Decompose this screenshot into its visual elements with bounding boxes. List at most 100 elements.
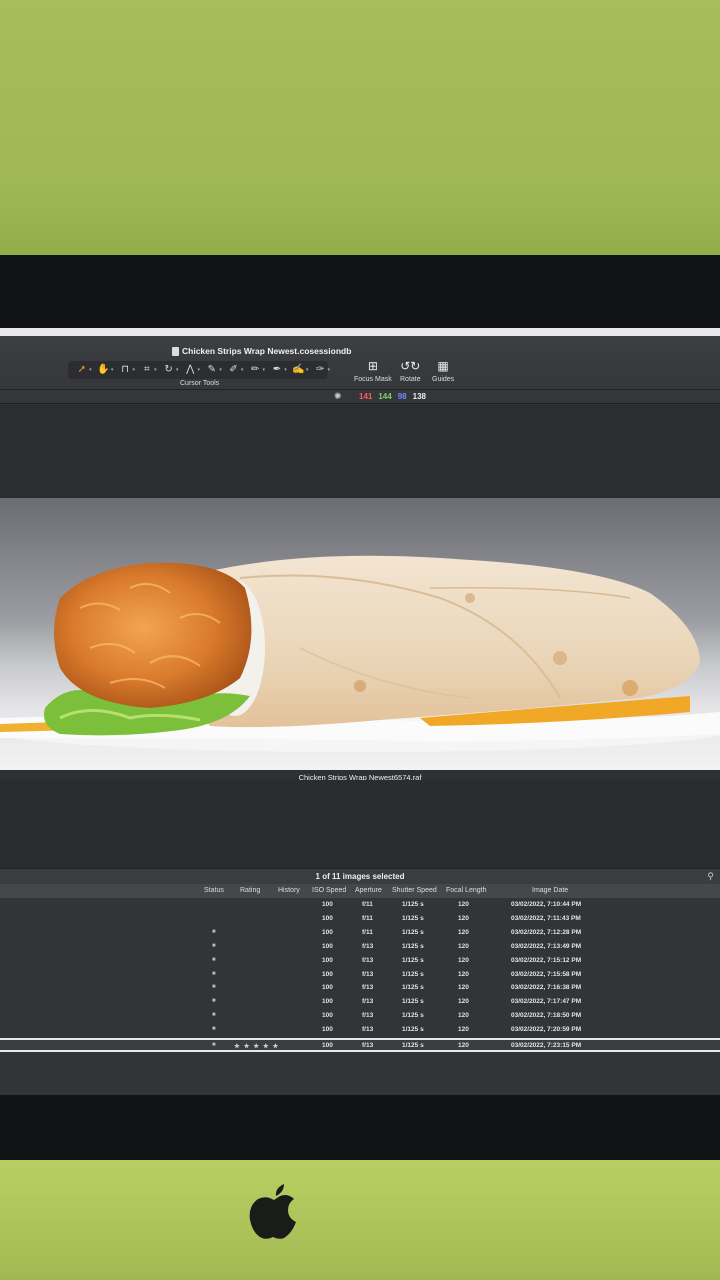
cell-focal: 120 [458,984,469,992]
dropdown-arrow-icon: ▾ [89,367,92,373]
col-status[interactable]: Status [204,887,224,894]
cell-iso: 100 [322,984,333,992]
cell-date: 03/02/2022, 7:12:28 PM [511,928,582,936]
brush-icon[interactable]: ✎ ▾ [204,363,222,377]
dropdown-arrow-icon: ▾ [305,367,309,373]
cell-aperture: f/13 [362,1026,374,1034]
table-header: Status Rating History ISO Speed Aperture… [0,884,720,898]
cell-status: ■ [212,984,216,991]
image-table-body: 100 f/11 1/125 s 120 03/02/2022, 7:10:44 PM 1… [0,898,720,1118]
wrap-photo-illustration [0,555,720,752]
cell-focal: 120 [458,1042,469,1049]
table-row[interactable]: ■ 100 f/13 1/125 s 120 03/02/2022, 7:15:12 PM [0,955,720,969]
table-row[interactable]: ■ 100 f/13 1/125 s 120 03/02/2022, 7:15:58 PM [0,969,720,983]
cell-status: ■ [212,998,216,1005]
rotate-tool-icon[interactable]: ↻ ▾ [161,363,179,377]
cell-shutter: 1/125 s [402,984,424,992]
table-row[interactable]: 100 f/11 1/125 s 120 03/02/2022, 7:10:44 PM [0,899,720,913]
cell-iso: 100 [322,928,333,936]
monitor-chin [0,1160,720,1280]
cell-date: 03/02/2022, 7:15:58 PM [511,970,582,978]
cell-rating: ★ ★ ★ ★ ★ [234,1043,280,1050]
focus-mask-icon: ⊞ [367,359,378,373]
rotate-button[interactable]: ↺↻ Rotate [400,358,421,383]
cell-date: 03/02/2022, 7:18:50 PM [511,1012,582,1020]
luma-value: 138 [412,392,426,401]
progress-spinner-icon: ✺ [334,391,342,401]
cell-status: ■ [212,1026,216,1033]
keystone-icon[interactable]: ⋀ ▾ [182,363,201,377]
wall-background [0,0,720,262]
cell-date: 03/02/2022, 7:23:15 PM [511,1042,582,1049]
cell-status: ■ [212,1012,216,1019]
loupe-icon[interactable]: ⊓ ▾ [117,363,136,377]
cell-iso: 100 [322,956,333,964]
table-row[interactable]: 100 f/11 1/125 s 120 03/02/2022, 7:11:43 PM [0,913,720,927]
rotate-icon: ↺↻ [400,359,421,373]
col-iso[interactable]: ISO Speed [312,887,346,894]
col-aperture[interactable]: Aperture [355,887,382,894]
mask-brush-icon[interactable]: ✒ ▾ [269,363,287,377]
cell-status: ■ [212,928,216,935]
cell-date: 03/02/2022, 7:20:59 PM [511,1026,582,1034]
dropdown-arrow-icon: ▾ [219,367,222,373]
cell-date: 03/02/2022, 7:10:44 PM [511,901,582,908]
monitor-bottom-bezel [0,1095,720,1165]
app-toolbar: Chicken Strips Wrap Newest.cosessiondb ➚… [0,328,720,390]
search-icon[interactable]: ⚲ [707,871,714,882]
cell-shutter: 1/125 s [402,970,424,978]
cell-status: ■ [212,956,216,963]
cell-focal: 120 [458,956,469,964]
pen-icon[interactable]: ✏ ▾ [247,363,265,377]
cell-status: ■ [212,1042,216,1048]
cell-focal: 120 [458,1012,469,1020]
guides-label: Guides [432,376,455,383]
table-row[interactable]: ■ ★ ★ ★ ★ ★ 100 f/13 1/125 s 120 03/02/2022, 7… [0,1038,720,1052]
guides-button[interactable]: ▦ Guides [432,358,454,383]
col-focal[interactable]: Focal Length [446,887,486,894]
col-date[interactable]: Image Date [532,887,568,894]
apple-logo-icon [249,1184,296,1239]
cell-focal: 120 [458,901,469,908]
cell-aperture: f/13 [362,956,374,964]
browser-header: 1 of 11 images selected ⚲ [0,868,720,884]
cell-iso: 100 [322,942,333,950]
image-viewer-photo[interactable] [0,498,720,770]
viewer-top-area [0,405,720,505]
col-shutter[interactable]: Shutter Speed [392,887,437,894]
focus-mask-button[interactable]: ⊞ Focus Mask [354,358,392,383]
blue-value: 98 [397,392,407,401]
window-title: Chicken Strips Wrap Newest.cosessiondb [182,346,352,356]
table-row[interactable]: ■ 100 f/13 1/125 s 120 03/02/2022, 7:18:50 PM [0,1010,720,1024]
table-row[interactable]: ■ 100 f/13 1/125 s 120 03/02/2022, 7:20:59 PM [0,1024,720,1038]
cell-date: 03/02/2022, 7:17:47 PM [511,998,582,1006]
rotate-label: Rotate [400,376,421,383]
cell-aperture: f/11 [362,914,373,922]
cell-iso: 100 [322,1042,333,1049]
annotate-icon[interactable]: ✑ ▾ [312,363,330,377]
col-history[interactable]: History [278,887,300,894]
picker-icon[interactable]: ✍ ▾ [291,363,309,377]
red-value: 141 [359,392,373,401]
focus-mask-label: Focus Mask [354,376,392,383]
viewer-bottom-area [0,780,720,880]
dropdown-arrow-icon: ▾ [175,367,179,373]
cell-shutter: 1/125 s [402,1026,424,1034]
cell-date: 03/02/2022, 7:16:38 PM [511,984,582,992]
dropdown-arrow-icon: ▾ [132,367,136,373]
table-row[interactable]: ■ 100 f/13 1/125 s 120 03/02/2022, 7:16:38 PM [0,982,720,996]
cell-shutter: 1/125 s [402,928,424,936]
dropdown-arrow-icon: ▾ [197,367,201,373]
select-arrow-icon[interactable]: ➚ ▾ [74,363,92,377]
crop-icon[interactable]: ⌗ ▾ [139,363,157,377]
table-row[interactable]: ■ 100 f/13 1/125 s 120 03/02/2022, 7:17:47 PM [0,996,720,1010]
green-value: 144 [378,392,392,401]
table-row[interactable]: ■ 100 f/13 1/125 s 120 03/02/2022, 7:13:49 PM [0,941,720,955]
eraser-icon[interactable]: ✐ ▾ [226,363,243,377]
cell-aperture: f/13 [362,942,374,950]
table-row[interactable]: ■ 100 f/11 1/125 s 120 03/02/2022, 7:12:28 PM [0,927,720,941]
cell-shutter: 1/125 s [402,942,424,950]
col-rating[interactable]: Rating [240,887,260,894]
pan-hand-icon[interactable]: ✋ ▾ [96,363,113,377]
dropdown-arrow-icon: ▾ [154,367,157,373]
